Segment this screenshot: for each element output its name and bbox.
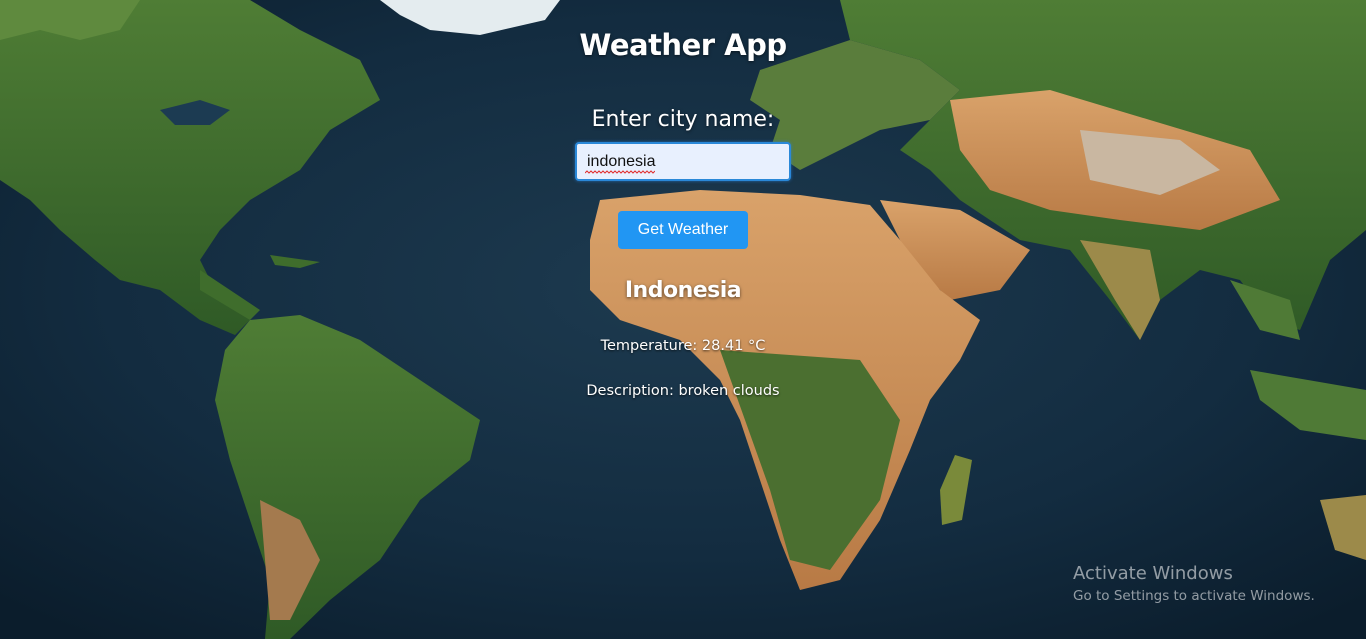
description-text: Description: broken clouds [586,383,780,399]
city-input[interactable] [575,142,791,181]
activate-windows-title: Activate Windows [1073,563,1233,584]
app-title: Weather App [579,28,787,62]
weather-app: Weather App Enter city name: Get Weather… [0,0,1366,639]
get-weather-button[interactable]: Get Weather [618,211,748,249]
city-input-label: Enter city name: [591,107,775,132]
activate-windows-subtitle: Go to Settings to activate Windows. [1073,588,1315,604]
spellcheck-underline [585,170,655,174]
temperature-text: Temperature: 28.41 °C [600,338,766,354]
result-city-name: Indonesia [624,278,742,303]
activate-windows-watermark: Activate Windows Go to Settings to activ… [1073,563,1315,604]
